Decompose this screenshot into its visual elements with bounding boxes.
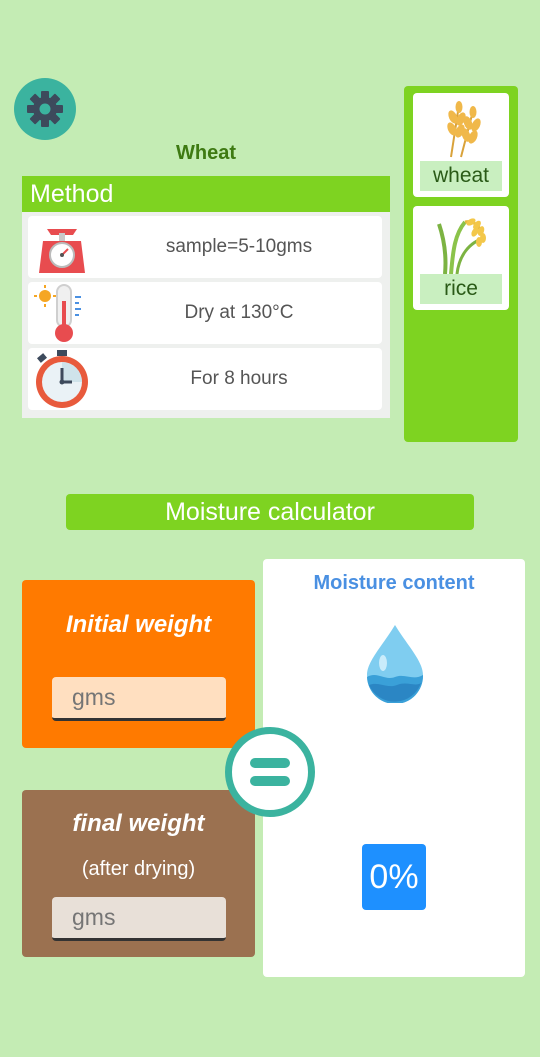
crop-item-wheat[interactable]: wheat xyxy=(413,93,509,197)
wheat-icon xyxy=(447,101,481,158)
final-weight-card: final weight (after drying) xyxy=(22,790,255,957)
crop-selector: wheat rice xyxy=(404,86,518,442)
initial-weight-input[interactable] xyxy=(52,677,226,721)
equals-icon xyxy=(250,758,290,768)
crop-label: wheat xyxy=(420,161,502,191)
gear-icon xyxy=(27,91,63,127)
method-step-text: For 8 hours xyxy=(190,368,288,389)
final-weight-subtitle: (after drying) xyxy=(81,858,196,880)
settings-button[interactable] xyxy=(14,78,76,140)
method-step-text: Dry at 130°C xyxy=(184,302,294,323)
crop-label: rice xyxy=(420,274,502,304)
equals-icon xyxy=(250,776,290,786)
initial-weight-card: Initial weight xyxy=(22,580,255,748)
method-step-time: For 8 hours xyxy=(28,348,382,410)
rice-icon xyxy=(437,218,486,274)
water-drop-icon xyxy=(367,625,424,703)
final-weight-title: final weight xyxy=(72,810,205,837)
calculator-title: Moisture calculator xyxy=(66,494,474,530)
moisture-percentage: 0% xyxy=(362,844,426,910)
final-weight-input[interactable] xyxy=(52,897,226,941)
method-card: Method sample=5-10gms Dry at 130°C For 8… xyxy=(22,176,390,418)
stopwatch-icon xyxy=(28,348,96,410)
calculate-button[interactable] xyxy=(225,727,315,817)
crop-title: Wheat xyxy=(176,142,236,164)
method-header: Method xyxy=(22,176,390,212)
method-step-text: sample=5-10gms xyxy=(165,236,313,257)
crop-item-rice[interactable]: rice xyxy=(413,206,509,310)
method-step-sample: sample=5-10gms xyxy=(28,216,382,278)
method-step-dry: Dry at 130°C xyxy=(28,282,382,344)
moisture-content-title: Moisture content xyxy=(313,572,475,594)
scale-icon xyxy=(28,216,96,278)
initial-weight-title: Initial weight xyxy=(65,611,212,638)
thermometer-icon xyxy=(28,282,96,344)
